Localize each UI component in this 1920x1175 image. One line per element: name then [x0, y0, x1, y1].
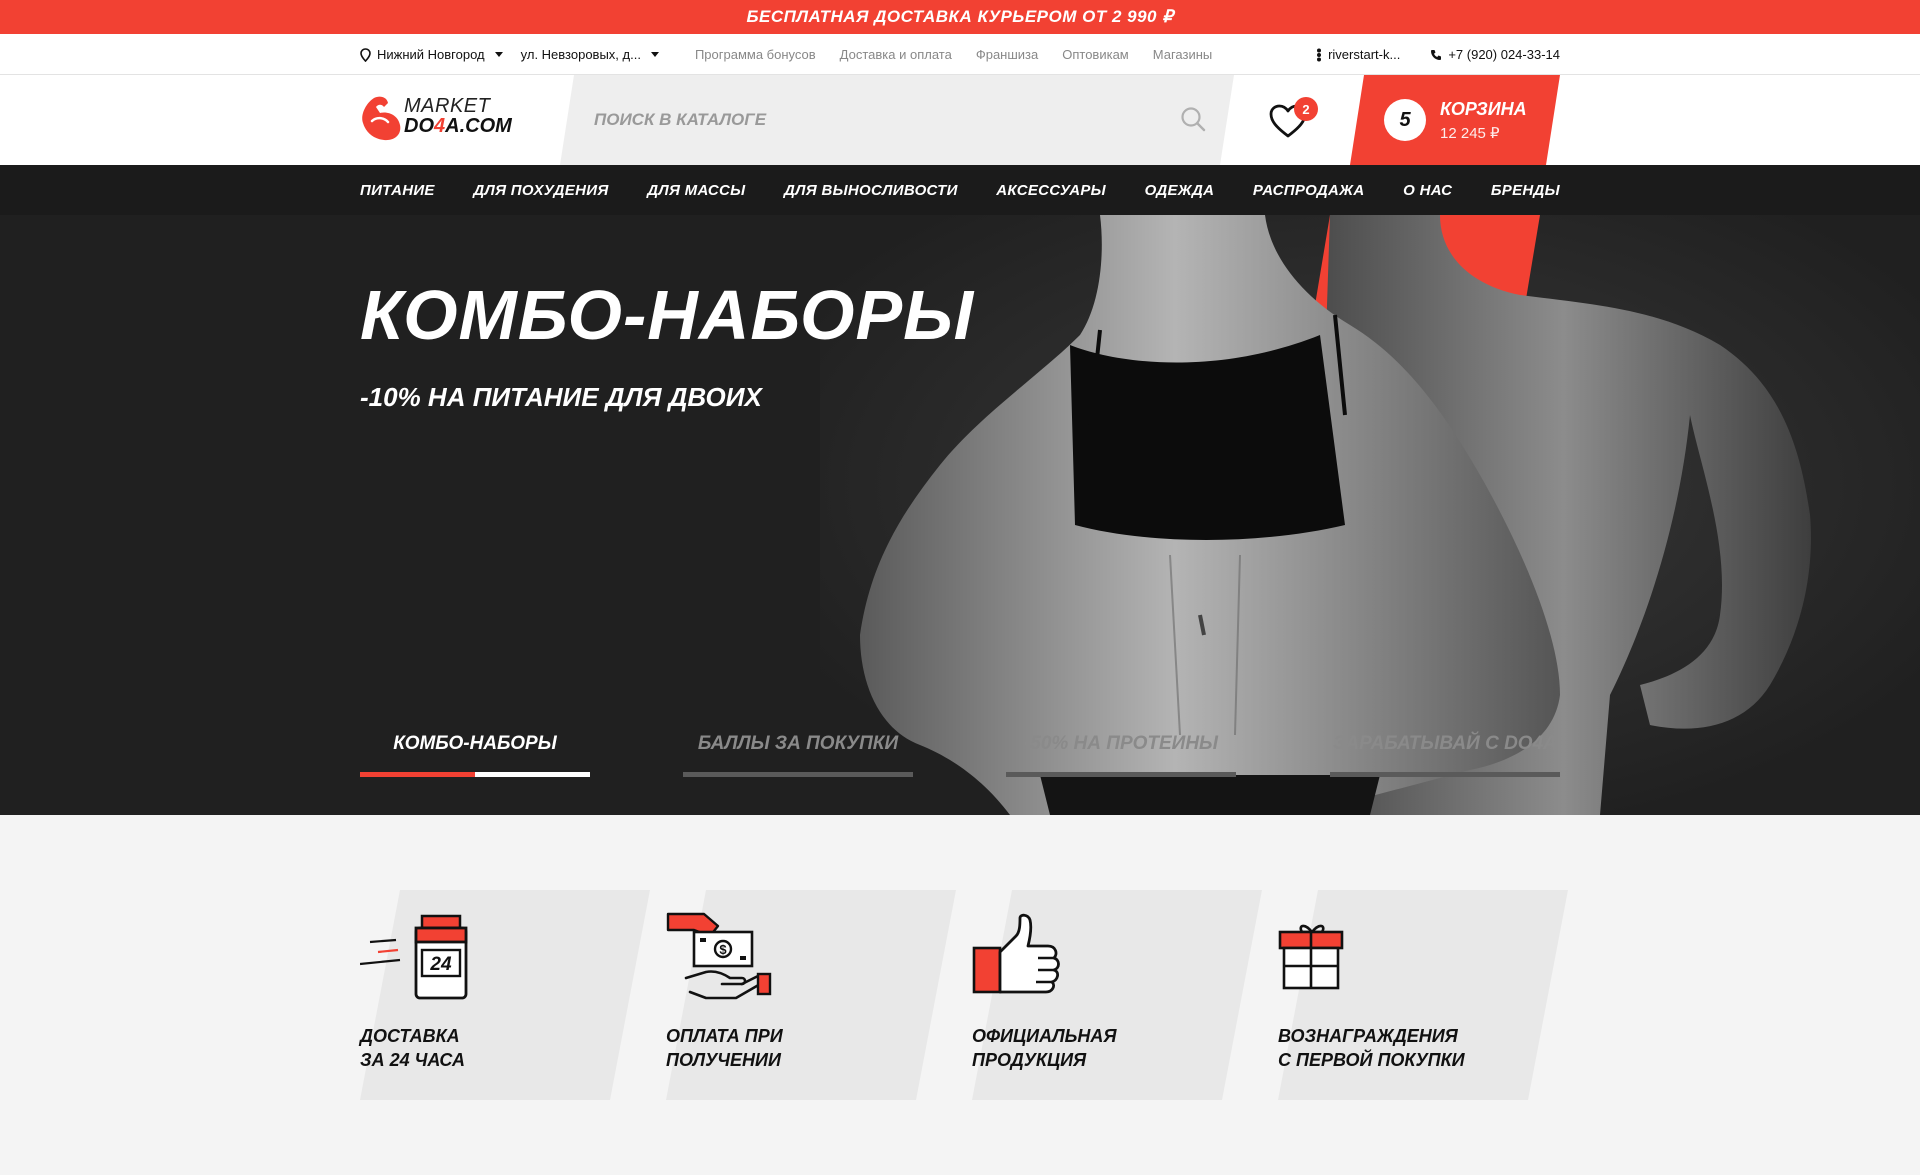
nav-item-accessories[interactable]: АКСЕССУАРЫ: [996, 182, 1106, 199]
slider-tab-progress: [360, 772, 590, 777]
feature-delivery: 24 ДОСТАВКА ЗА 24 ЧАСА: [360, 890, 650, 1100]
feature-official: ОФИЦИАЛЬНАЯ ПРОДУКЦИЯ: [972, 890, 1262, 1100]
feature-rewards: ВОЗНАГРАЖДЕНИЯ С ПЕРВОЙ ПОКУПКИ: [1278, 890, 1568, 1100]
slider-tab-label: БАЛЛЫ ЗА ПОКУПКИ: [697, 733, 899, 754]
feature-text: ОФИЦИАЛЬНАЯ ПРОДУКЦИЯ: [972, 1026, 1117, 1070]
favorites-button[interactable]: 2: [1268, 97, 1318, 143]
svg-text:$: $: [719, 942, 727, 957]
slider-tab-label: КОМБО-НАБОРЫ: [393, 733, 557, 754]
feature-text: ОПЛАТА ПРИ ПОЛУЧЕНИИ: [666, 1026, 783, 1070]
cart-total: 12 245 ₽: [1440, 125, 1500, 142]
hero-title: КОМБО-НАБОРЫ: [360, 276, 975, 354]
slider-tab-label: ЗАРАБАТЫВАЙ С DO4A: [1333, 733, 1557, 754]
city-label: Нижний Новгород: [377, 47, 485, 62]
link-delivery-payment[interactable]: Доставка и оплата: [840, 47, 952, 62]
hero-slider: КОМБО-НАБОРЫ -10% НА ПИТАНИЕ ДЛЯ ДВОИХ К…: [0, 215, 1920, 815]
search-input[interactable]: [594, 105, 1134, 135]
site-logo[interactable]: MARKET DO4A.COM: [360, 93, 520, 145]
slider-tab-combo[interactable]: КОМБО-НАБОРЫ: [360, 733, 590, 793]
phone-icon: [1431, 49, 1442, 60]
promo-text: БЕСПЛАТНАЯ ДОСТАВКА КУРЬЕРОМ ОТ 2 990 ₽: [746, 7, 1174, 26]
gift-icon: [1278, 924, 1344, 990]
nav-item-nutrition[interactable]: ПИТАНИЕ: [360, 182, 435, 199]
phone-number: +7 (920) 024-33-14: [1448, 47, 1560, 62]
nav-item-endurance[interactable]: ДЛЯ ВЫНОСЛИВОСТИ: [784, 182, 958, 199]
location-pin-icon: [360, 47, 371, 62]
top-bar: Нижний Новгород ул. Невзоровых, д... Про…: [0, 34, 1920, 75]
nav-item-clothing[interactable]: ОДЕЖДА: [1145, 182, 1215, 199]
cart-button[interactable]: 5 КОРЗИНА 12 245 ₽: [1350, 75, 1560, 165]
city-selector[interactable]: Нижний Новгород: [360, 47, 503, 62]
promo-banner: БЕСПЛАТНАЯ ДОСТАВКА КУРЬЕРОМ ОТ 2 990 ₽: [0, 0, 1920, 34]
nav-item-mass[interactable]: ДЛЯ МАССЫ: [647, 182, 745, 199]
site-header: MARKET DO4A.COM 2 5 КОРЗИНА 12 245 ₽: [0, 75, 1920, 165]
svg-text:24: 24: [429, 954, 452, 975]
chevron-down-icon: [494, 52, 503, 57]
cash-payment-icon: $: [666, 912, 772, 1000]
nav-item-sale[interactable]: РАСПРОДАЖА: [1253, 182, 1365, 199]
address-label: ул. Невзоровых, д...: [520, 47, 641, 62]
slider-tab-progress: [1330, 772, 1560, 777]
nav-item-about[interactable]: О НАС: [1403, 182, 1452, 199]
slider-tab-earn[interactable]: ЗАРАБАТЫВАЙ С DO4A: [1330, 733, 1560, 793]
delivery-jar-icon: 24: [360, 914, 468, 1000]
cart-count-badge: 5: [1384, 99, 1426, 141]
feature-text: ДОСТАВКА ЗА 24 ЧАСА: [360, 1026, 465, 1070]
main-nav: ПИТАНИЕ ДЛЯ ПОХУДЕНИЯ ДЛЯ МАССЫ ДЛЯ ВЫНО…: [0, 165, 1920, 215]
thumbs-up-icon: [972, 913, 1060, 994]
slider-tab-label: -50% НА ПРОТЕИНЫ: [1023, 733, 1219, 754]
logo-bicep-icon: [362, 96, 401, 141]
search-box: [560, 75, 1234, 165]
feature-text: ВОЗНАГРАЖДЕНИЯ С ПЕРВОЙ ПОКУПКИ: [1278, 1026, 1465, 1070]
link-franchise[interactable]: Франшиза: [976, 47, 1038, 62]
phone-link[interactable]: +7 (920) 024-33-14: [1430, 47, 1560, 62]
chevron-down-icon: [650, 52, 659, 57]
slider-tab-progress: [683, 772, 913, 777]
link-stores[interactable]: Магазины: [1153, 47, 1213, 62]
link-wholesale[interactable]: Оптовикам: [1062, 47, 1129, 62]
account-menu-icon: [1317, 48, 1322, 61]
favorites-count-badge: 2: [1294, 97, 1318, 121]
logo-text-domain: DO4A.COM: [404, 115, 512, 137]
search-icon[interactable]: [1180, 106, 1206, 132]
features-section: 24 ДОСТАВКА ЗА 24 ЧАСА $ ОПЛАТА ПРИ ПОЛУЧЕ…: [360, 890, 1580, 1100]
slider-tabs: КОМБО-НАБОРЫ БАЛЛЫ ЗА ПОКУПКИ -50% НА ПР…: [360, 733, 1560, 793]
account-label: riverstart-k...: [1328, 47, 1401, 62]
nav-item-brands[interactable]: БРЕНДЫ: [1491, 182, 1560, 199]
feature-payment: $ ОПЛАТА ПРИ ПОЛУЧЕНИИ: [666, 890, 956, 1100]
slider-tab-protein-sale[interactable]: -50% НА ПРОТЕИНЫ: [1006, 733, 1236, 793]
nav-item-weight-loss[interactable]: ДЛЯ ПОХУДЕНИЯ: [473, 182, 608, 199]
hero-subtitle: -10% НА ПИТАНИЕ ДЛЯ ДВОИХ: [360, 382, 762, 412]
address-selector[interactable]: ул. Невзоровых, д...: [521, 47, 659, 62]
link-bonus-program[interactable]: Программа бонусов: [695, 47, 816, 62]
account-menu[interactable]: riverstart-k...: [1316, 47, 1400, 62]
slider-tab-bonus-points[interactable]: БАЛЛЫ ЗА ПОКУПКИ: [683, 733, 913, 793]
slider-tab-progress: [1006, 772, 1236, 777]
cart-title: КОРЗИНА: [1440, 99, 1527, 119]
